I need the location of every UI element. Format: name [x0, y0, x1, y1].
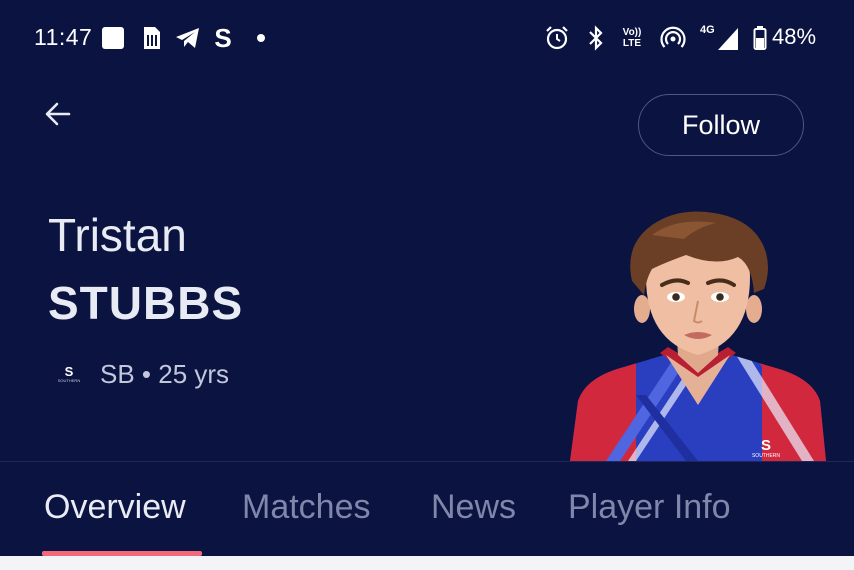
tab-bar: Overview Matches News Player Info — [0, 462, 854, 556]
hotspot-icon — [660, 24, 686, 52]
team-logo-letter: S — [64, 364, 74, 379]
player-first-name: Tristan — [48, 209, 187, 261]
content-area — [0, 556, 854, 570]
battery-percentage: 48% — [772, 24, 817, 49]
team-logo: S SOUTHERN — [56, 361, 82, 387]
battery-icon — [752, 24, 768, 52]
jersey-logo-sub: SOUTHERN — [752, 453, 780, 459]
status-bar: 11:47 S Vo)) LTE 4G 48% — [0, 0, 854, 76]
follow-button[interactable]: Follow — [638, 94, 804, 156]
tab-overview[interactable]: Overview — [44, 488, 186, 527]
player-avatar: S SOUTHERN — [570, 211, 826, 461]
notification-square-icon — [101, 24, 125, 52]
s-app-icon: S — [214, 22, 232, 53]
telegram-icon — [175, 24, 201, 52]
alarm-icon — [544, 24, 570, 52]
tab-news[interactable]: News — [431, 488, 516, 527]
status-time: 11:47 — [34, 24, 93, 50]
arrow-left-icon — [45, 102, 71, 126]
dot-icon — [255, 24, 267, 52]
player-last-name: STUBBS — [48, 277, 244, 329]
signal-icon: 4G — [700, 24, 740, 52]
team-info-row: S SOUTHERN SB • 25 yrs — [56, 356, 229, 392]
volte-icon: Vo)) LTE — [622, 27, 642, 49]
team-logo-sub: SOUTHERN — [57, 378, 81, 383]
back-button[interactable] — [38, 94, 78, 134]
sim-card-icon — [140, 24, 162, 52]
team-meta-text: SB • 25 yrs — [100, 358, 230, 389]
jersey-logo-letter: S — [761, 437, 771, 454]
tab-matches[interactable]: Matches — [242, 488, 371, 527]
tab-player-info[interactable]: Player Info — [568, 488, 731, 527]
bluetooth-icon — [585, 24, 607, 52]
